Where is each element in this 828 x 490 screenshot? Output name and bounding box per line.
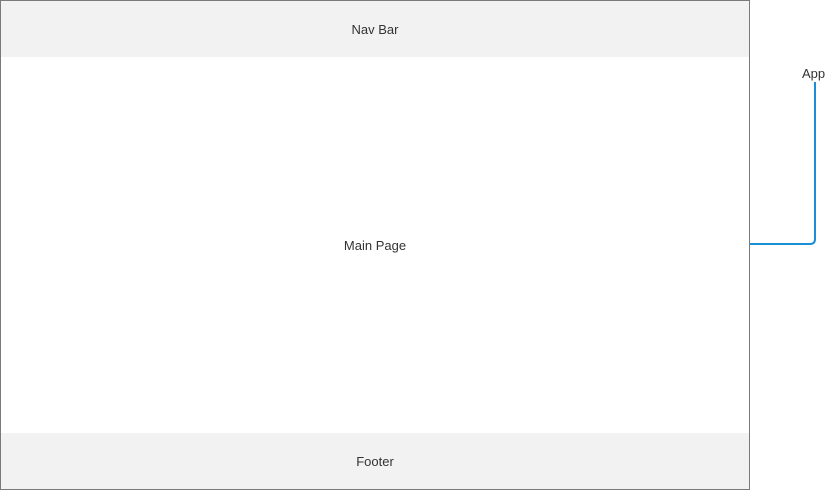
app-label: App <box>802 66 826 81</box>
page-frame: Nav Bar Main Page Footer <box>0 0 750 490</box>
nav-bar-label: Nav Bar <box>351 21 399 37</box>
footer-label: Footer <box>356 453 394 469</box>
main-page-region: Main Page <box>1 57 749 433</box>
main-page-label: Main Page <box>343 237 407 253</box>
nav-bar-region: Nav Bar <box>1 1 749 57</box>
footer-region: Footer <box>1 433 749 489</box>
app-connector-line <box>750 82 816 245</box>
